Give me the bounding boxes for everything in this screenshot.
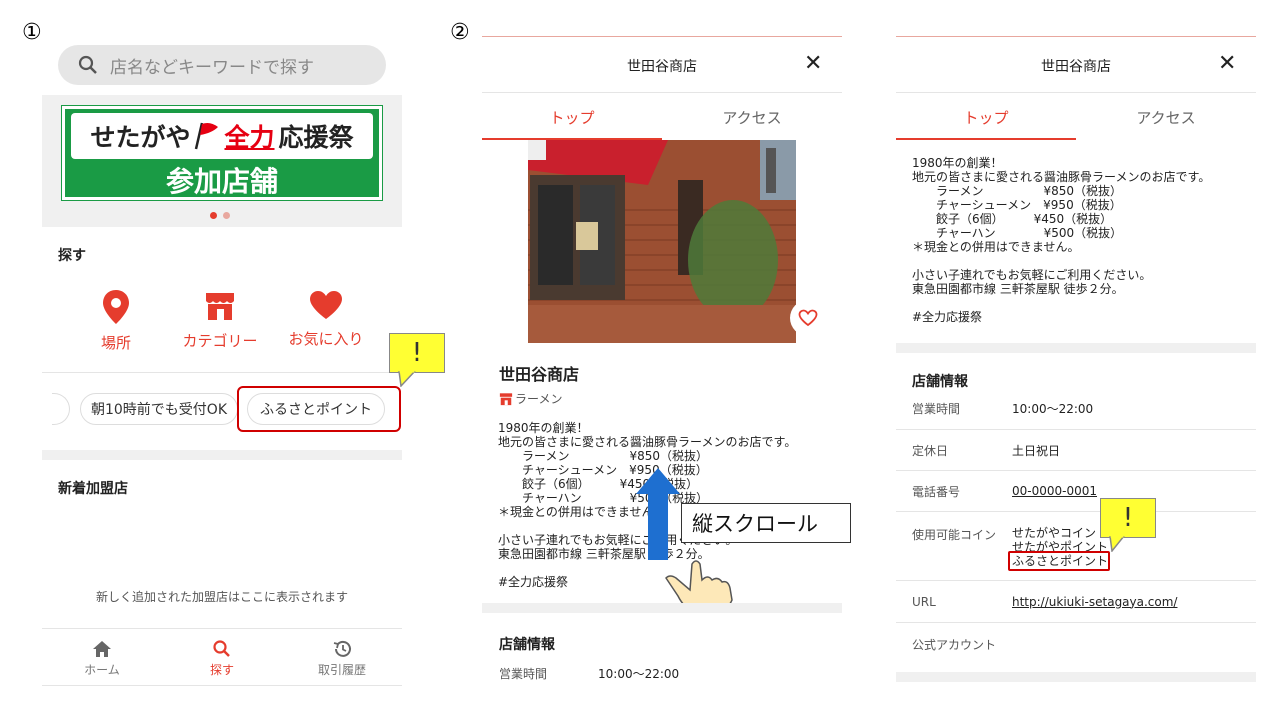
hours-label: 営業時間 (499, 667, 548, 681)
category-favorite-label: お気に入り (288, 330, 364, 348)
coin-value: せたがやコイン (1012, 526, 1097, 540)
nav-history-label: 取引履歴 (317, 663, 366, 677)
info-label: 公式アカウント (912, 637, 997, 652)
close-icon[interactable]: ✕ (804, 51, 822, 76)
shop-category-label: ラーメン (515, 392, 563, 406)
banner-text-1: せたがや (90, 123, 191, 152)
carousel-dot[interactable] (223, 212, 230, 219)
info-label: 営業時間 (912, 402, 961, 416)
scroll-arrow-icon (636, 468, 680, 560)
find-section-title: 探す (58, 248, 86, 264)
home-icon (93, 641, 111, 657)
info-row-holiday: 定休日 土日祝日 (896, 430, 1256, 471)
campaign-banner[interactable]: せたがや 全力 応援祭 参加店舗 (61, 105, 383, 201)
chip-partial[interactable] (52, 393, 70, 425)
banner-text-3: 応援祭 (278, 123, 354, 152)
section-divider (896, 672, 1256, 682)
header-border (482, 92, 842, 93)
scroll-label: 縦スクロール (681, 503, 851, 543)
shop-photo (528, 140, 796, 343)
new-shops-empty-text: 新しく追加された加盟店はここに表示されます (95, 590, 348, 604)
chip-morning[interactable]: 朝10時前でも受付OK (80, 393, 238, 425)
info-row-official-account: 公式アカウント (896, 623, 1256, 665)
carousel-dot-active[interactable] (210, 212, 217, 219)
highlight-box (237, 386, 401, 432)
callout-pointer (1109, 536, 1125, 552)
category-favorite-button[interactable]: お気に入り (281, 290, 371, 349)
location-pin-icon (103, 290, 129, 324)
nav-home-label: ホーム (84, 663, 120, 677)
step-number-2: ② (450, 20, 470, 45)
info-row-phone: 電話番号 00-0000-0001 (896, 471, 1256, 512)
tab-top[interactable]: トップ (896, 107, 1076, 128)
callout-alert: ! (1100, 498, 1156, 538)
step-number-1: ① (22, 20, 42, 45)
category-location-button[interactable]: 場所 (71, 290, 161, 353)
nav-search[interactable]: 探す (182, 640, 262, 678)
section-divider (42, 450, 402, 460)
search-icon (213, 640, 230, 657)
info-value: 土日祝日 (1012, 443, 1061, 458)
tab-access[interactable]: アクセス (1076, 107, 1256, 128)
history-icon (333, 640, 351, 657)
category-category-button[interactable]: カテゴリー (175, 290, 265, 351)
store-icon (206, 293, 234, 320)
info-label: URL (912, 594, 936, 609)
info-row-url: URL http://ukiuki-setagaya.com/ (896, 581, 1256, 623)
info-row-hours: 営業時間 10:00〜22:00 (896, 388, 1256, 430)
heart-icon (310, 291, 342, 319)
carousel-dots[interactable] (210, 212, 230, 219)
favorite-button[interactable] (790, 300, 826, 336)
info-label: 定休日 (912, 443, 949, 458)
banner-text-4: 参加店舗 (165, 165, 278, 198)
callout-alert: ! (389, 333, 445, 373)
info-value: 10:00〜22:00 (1012, 402, 1094, 416)
phone-link[interactable]: 00-0000-0001 (1012, 484, 1097, 498)
tab-access[interactable]: アクセス (662, 107, 842, 128)
info-label: 使用可能コイン (912, 528, 997, 542)
top-line (482, 36, 842, 37)
info-label: 電話番号 (912, 484, 961, 499)
url-link[interactable]: http://ukiuki-setagaya.com/ (1012, 595, 1177, 609)
category-category-label: カテゴリー (182, 332, 258, 350)
shop-name: 世田谷商店 (499, 365, 580, 384)
flag-icon (195, 122, 219, 150)
shop-header-title: 世田谷商店 (627, 59, 697, 75)
info-title: 店舗情報 (499, 637, 555, 653)
shop-header-title: 世田谷商店 (1041, 59, 1111, 75)
nav-search-label: 探す (209, 663, 234, 677)
tab-top[interactable]: トップ (482, 107, 662, 128)
shop-description: 1980年の創業！ 地元の皆さまに愛される醤油豚骨ラーメンのお店です。 ラーメン… (912, 156, 1211, 324)
search-placeholder: 店名などキーワードで探す (110, 57, 314, 78)
shop-photo-image (528, 140, 796, 343)
nav-history[interactable]: 取引履歴 (302, 640, 382, 678)
shop-category: ラーメン (499, 390, 563, 407)
callout-mark: ! (411, 338, 423, 368)
header-border (896, 92, 1256, 93)
new-shops-title: 新着加盟店 (58, 481, 128, 497)
section-divider (482, 603, 842, 613)
bottom-nav-border (42, 628, 402, 629)
search-icon (78, 55, 97, 74)
close-icon[interactable]: ✕ (1218, 51, 1236, 76)
divider (42, 372, 402, 373)
heart-outline-icon (798, 309, 818, 327)
banner-text-2: 全力 (224, 123, 275, 152)
bottom-border (42, 685, 402, 686)
callout-mark: ! (1122, 503, 1134, 533)
nav-home[interactable]: ホーム (62, 640, 142, 678)
store-icon (499, 392, 513, 405)
category-location-label: 場所 (100, 334, 131, 352)
hours-value: 10:00〜22:00 (598, 667, 680, 681)
callout-pointer (398, 371, 416, 387)
top-line (896, 36, 1256, 37)
highlight-box (1008, 551, 1110, 571)
search-input[interactable]: 店名などキーワードで探す (58, 45, 386, 85)
section-divider (896, 343, 1256, 353)
tab-indicator (896, 138, 1076, 140)
